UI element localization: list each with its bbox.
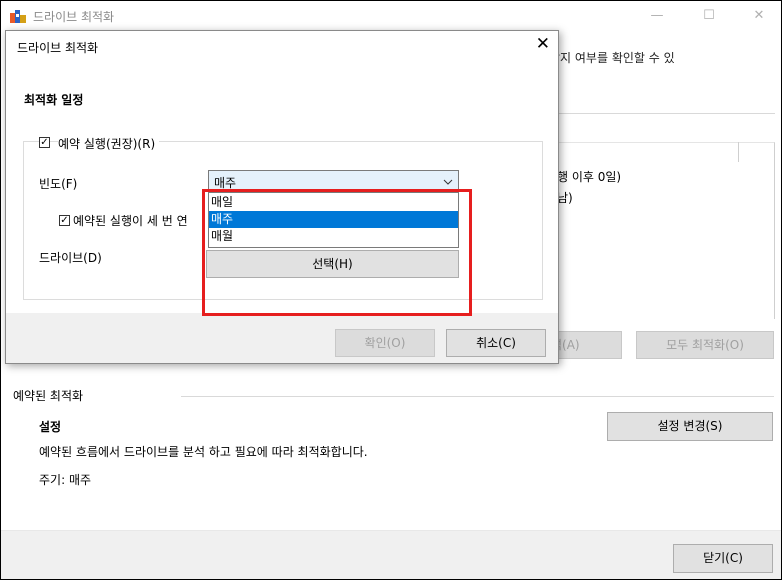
optimize-all-button[interactable]: 모두 최적화(O) [636,331,774,359]
notify-missed-runs-checkbox[interactable]: ✓ [59,215,70,226]
dialog-title: 드라이브 최적화 [17,41,99,55]
window-titlebar: 드라이브 최적화 — ☐ ✕ [1,1,781,31]
window-footer [1,531,781,579]
close-button[interactable]: 닫기(C) [673,544,773,573]
scheduled-optimization-title: 예약된 최적화 [13,389,84,403]
settings-description: 예약된 흐름에서 드라이브를 분석 하고 필요에 따라 최적화합니다. [39,445,368,459]
window-close-button[interactable]: ✕ [739,5,779,27]
schedule-heading: 최적화 일정 [24,93,84,107]
minimize-button[interactable]: — [637,5,677,27]
choose-drives-button[interactable]: 선택(H) [206,250,459,278]
drive-status-text: 행 이후 0일) [557,170,622,184]
dialog-close-icon[interactable]: ✕ [536,34,550,54]
section-divider [181,396,774,397]
defrag-app-icon [10,10,26,23]
drives-label: 드라이브(D) [39,251,102,265]
drive-status-text-2: 남) [557,191,573,205]
analyze-button[interactable]: 석(A) [549,331,622,359]
frequency-selected-value: 매주 [214,176,237,190]
settings-label: 설정 [39,420,62,434]
run-on-schedule-checkbox[interactable]: ✓ [39,137,50,148]
ok-button[interactable]: 확인(O) [335,329,435,357]
option-daily[interactable]: 매일 [209,194,458,211]
window-title: 드라이브 최적화 [33,10,115,24]
optimization-schedule-dialog: 드라이브 최적화 ✕ 최적화 일정 ✓ 예약 실행(권장)(R) 빈도(F) 매… [5,30,559,364]
chevron-down-icon [443,175,453,185]
frequency-dropdown[interactable]: 매주 [208,170,459,192]
cancel-button[interactable]: 취소(C) [446,329,546,357]
list-column-divider [738,142,739,162]
divider [549,113,775,114]
frequency-options-list: 매일 매주 매월 [208,192,459,248]
frequency-status: 주기: 매주 [39,473,92,487]
frequency-label: 빈도(F) [39,177,78,191]
notify-missed-runs-label[interactable]: 예약된 실행이 세 번 연 [73,212,188,229]
option-monthly[interactable]: 매월 [209,228,458,245]
maximize-button[interactable]: ☐ [689,5,729,27]
option-weekly[interactable]: 매주 [209,211,458,228]
change-settings-button[interactable]: 설정 변경(S) [607,412,773,441]
window-description: 할지 여부를 확인할 수 있 [549,51,675,65]
run-on-schedule-label[interactable]: 예약 실행(권장)(R) [58,135,160,152]
